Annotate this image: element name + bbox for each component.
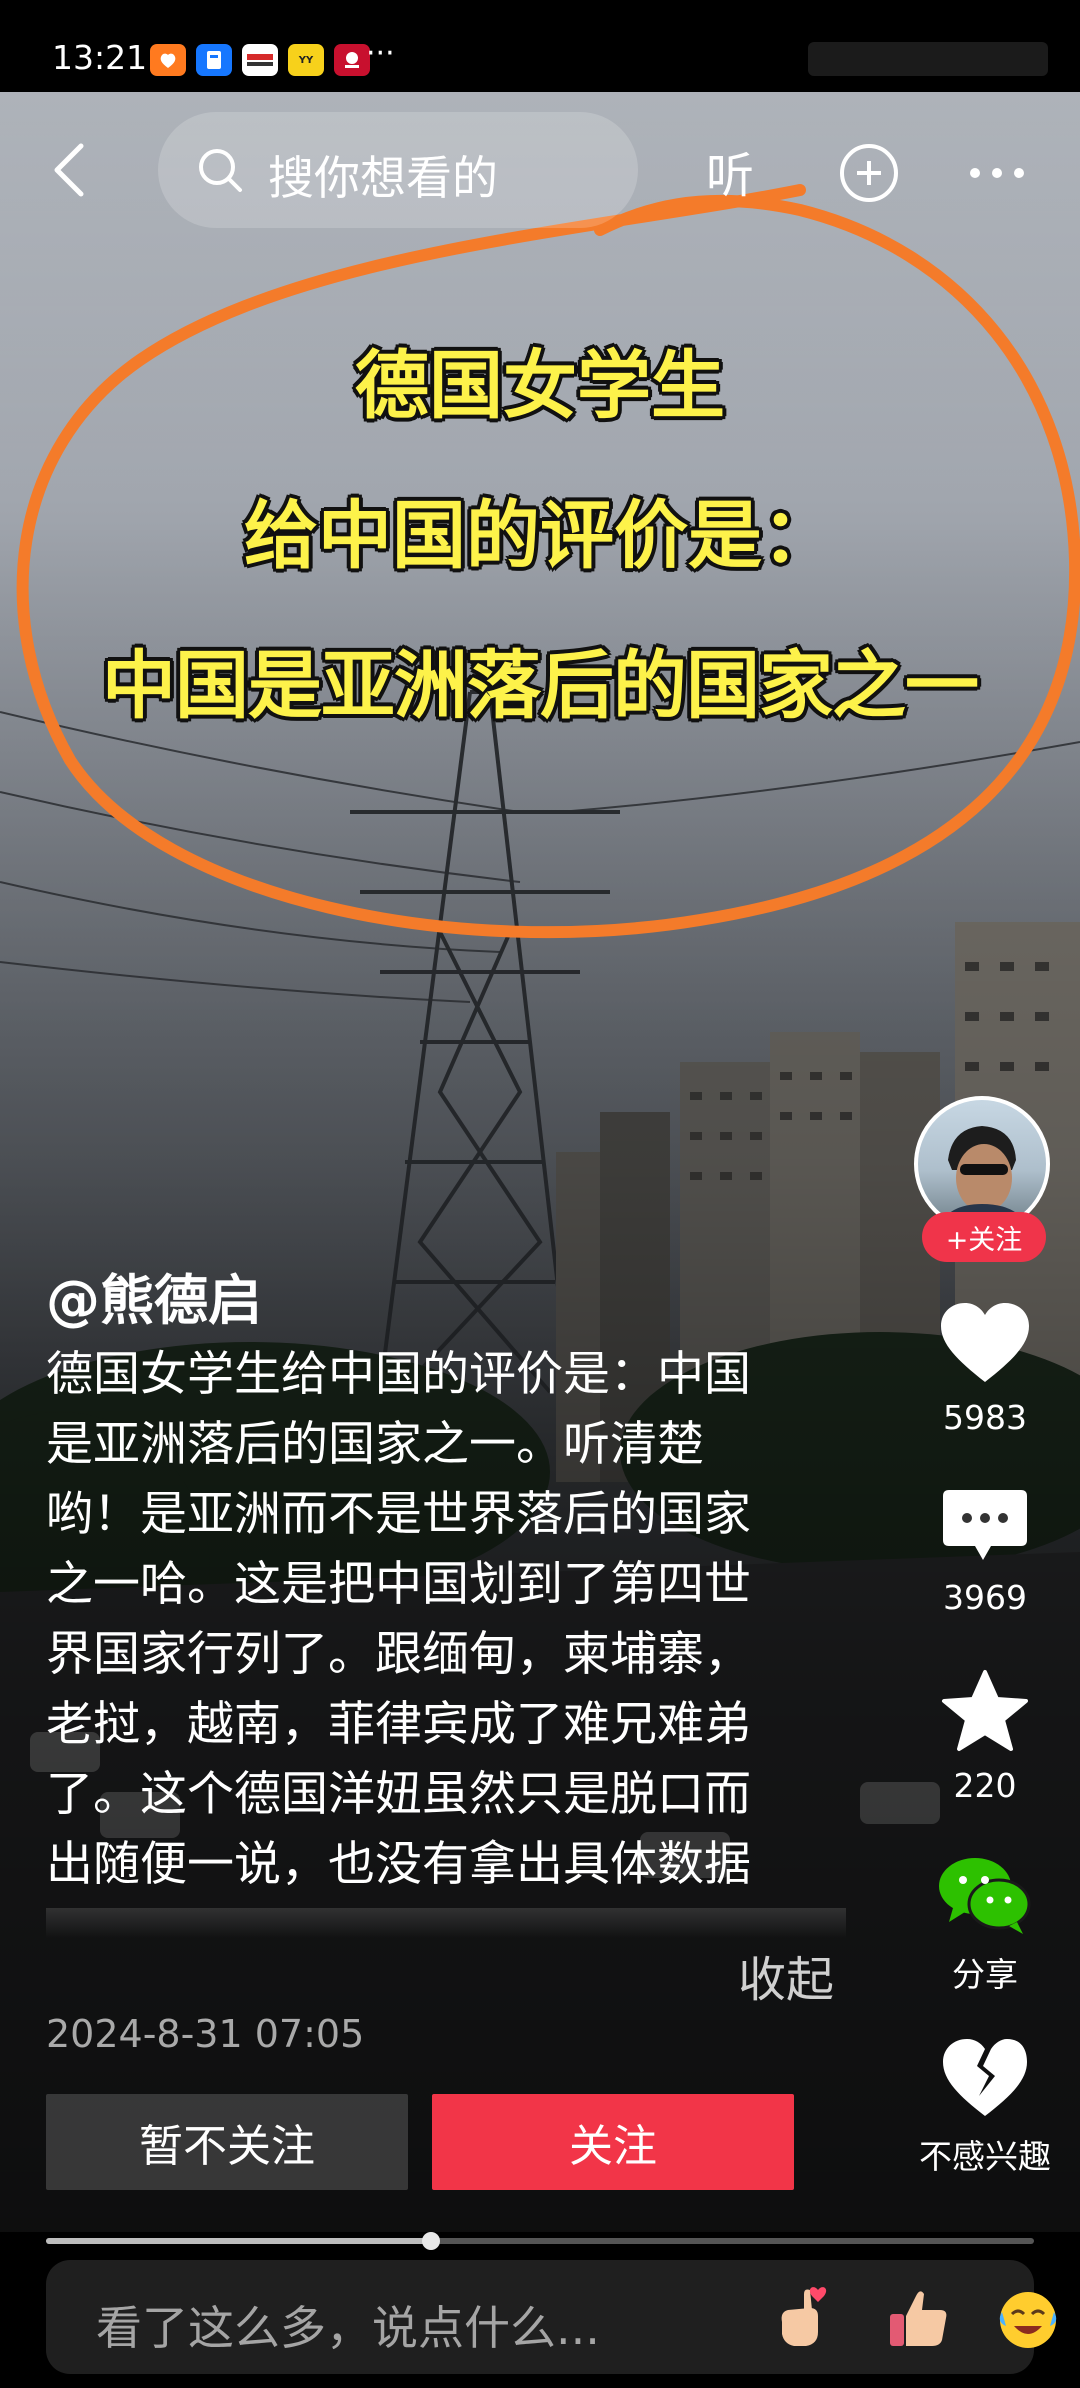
- star-icon: [942, 1670, 1028, 1751]
- favorite-count: 220: [953, 1766, 1017, 1805]
- finger-heart-emoji-icon[interactable]: [766, 2282, 838, 2354]
- caption-line: 界国家行列了。跟缅甸，柬埔寨，: [46, 1627, 751, 1682]
- back-arrow-icon: [54, 143, 84, 197]
- caption-line: 德国女学生给中国的评价是：中国: [46, 1347, 751, 1402]
- avatar-photo: [938, 1126, 1028, 1228]
- listen-button[interactable]: 听: [706, 136, 754, 206]
- progress-thumb[interactable]: [422, 2232, 441, 2250]
- caption-line: 是亚洲落后的国家之一。听清楚: [46, 1417, 704, 1472]
- caption-line: 出随便一说，也没有拿出具体数据: [46, 1837, 751, 1892]
- favorite-button[interactable]: 220: [900, 1668, 1070, 1805]
- follow-button[interactable]: 关注: [432, 2094, 794, 2190]
- taobao-icon: [150, 44, 186, 76]
- like-count: 5983: [943, 1398, 1027, 1437]
- collapse-button[interactable]: 收起: [738, 1940, 834, 2010]
- system-status-icons: [808, 42, 1048, 76]
- share-button[interactable]: 分享: [900, 1854, 1070, 1996]
- alipay-icon: [196, 44, 232, 76]
- broken-heart-icon: [943, 2039, 1027, 2116]
- overlay-headline-1: 德国女学生: [355, 343, 725, 429]
- comment-bubble-icon: [943, 1490, 1027, 1560]
- overlay-headline-2: 给中国的评价是：: [244, 493, 836, 579]
- more-options-icon[interactable]: [970, 168, 1024, 178]
- caption-line: 之一哈。这是把中国划到了第四世: [46, 1557, 751, 1612]
- comment-bar[interactable]: 看了这么多，说点什么...: [46, 2260, 1057, 2374]
- yy-icon: YY: [288, 44, 324, 76]
- not-follow-button[interactable]: 暂不关注: [46, 2094, 408, 2190]
- comment-input[interactable]: 看了这么多，说点什么...: [96, 2292, 600, 2358]
- status-bar: 13:21 YY ···: [0, 0, 1080, 92]
- status-more-icon: ···: [366, 36, 395, 71]
- add-icon[interactable]: [840, 144, 898, 202]
- heart-icon: [941, 1303, 1029, 1382]
- search-box[interactable]: 搜你想看的: [158, 112, 638, 228]
- comment-count: 3969: [943, 1578, 1027, 1617]
- like-button[interactable]: 5983: [900, 1300, 1070, 1437]
- caption-fade: [46, 1908, 846, 1938]
- progress-fill: [46, 2238, 432, 2244]
- caption: 德国女学生给中国的评价是：中国 是亚洲落后的国家之一。听清楚 哟！是亚洲而不是世…: [46, 1340, 846, 1900]
- caption-line: 哟！是亚洲而不是世界落后的国家: [46, 1487, 751, 1542]
- post-date: 2024-8-31 07:05: [46, 2012, 365, 2056]
- status-time: 13:21: [52, 38, 148, 77]
- follow-plus-button[interactable]: +关注: [922, 1212, 1046, 1262]
- search-icon: [199, 149, 242, 192]
- share-label: 分享: [952, 1955, 1018, 1994]
- thumbs-up-emoji-icon[interactable]: [882, 2282, 954, 2354]
- notification-icons: YY: [150, 44, 370, 76]
- caption-line: 了。这个德国洋妞虽然只是脱口而: [46, 1767, 751, 1822]
- video-progress-bar[interactable]: [46, 2232, 1034, 2250]
- overlay-headline-3: 中国是亚洲落后的国家之一: [102, 643, 979, 729]
- wechat-icon: [939, 1858, 1031, 1934]
- caption-line: 老挝，越南，菲律宾成了难兄难弟: [46, 1697, 751, 1752]
- comment-button[interactable]: 3969: [900, 1486, 1070, 1617]
- not-interested-button[interactable]: 不感兴趣: [900, 2036, 1070, 2178]
- back-button[interactable]: [40, 128, 96, 212]
- laughing-crying-emoji-icon[interactable]: [992, 2282, 1064, 2354]
- not-interested-label: 不感兴趣: [919, 2137, 1051, 2176]
- news-app-icon: [242, 44, 278, 76]
- search-placeholder: 搜你想看的: [268, 151, 498, 205]
- bank-app-icon: [334, 44, 370, 76]
- author-handle[interactable]: @熊德启: [46, 1256, 262, 1335]
